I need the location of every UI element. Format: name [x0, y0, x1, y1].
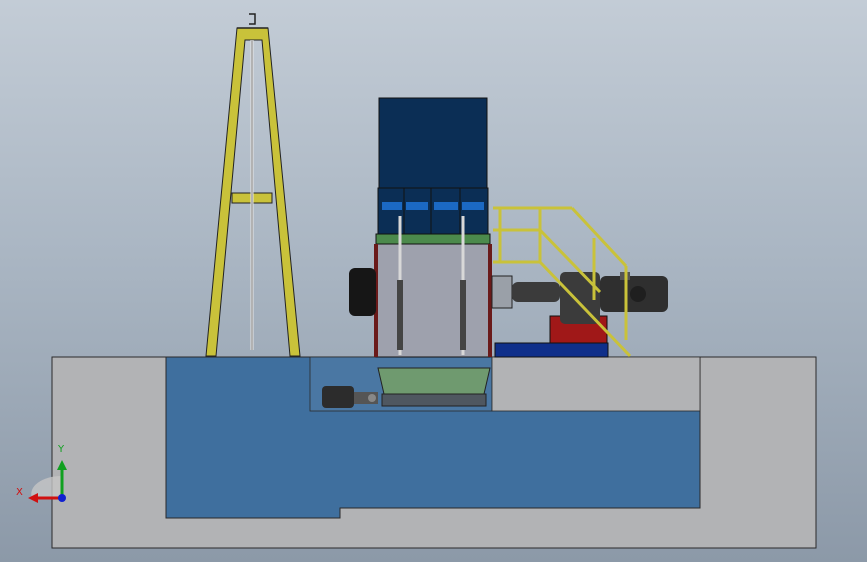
- cylinder-right: [460, 280, 466, 350]
- gearbox: [512, 282, 560, 302]
- hopper-window-2: [406, 202, 428, 210]
- hopper-window-1: [382, 202, 402, 210]
- motor-fan-cover: [630, 286, 646, 302]
- conveyor-motor-body: [322, 386, 354, 408]
- hopper-lower: [377, 187, 489, 237]
- model-view[interactable]: [0, 0, 867, 562]
- screen-basket: [377, 367, 491, 395]
- feed-hopper[interactable]: [375, 97, 491, 245]
- tower-hook-icon: [249, 13, 256, 25]
- cylinder-left: [397, 280, 403, 350]
- z-axis-dot: [58, 494, 66, 502]
- screen-frame: [381, 393, 487, 407]
- chamber-side-plate: [488, 244, 492, 357]
- hopper-window-4: [462, 202, 484, 210]
- coupling-guard: [491, 275, 513, 309]
- graphics-area[interactable]: Y X: [0, 0, 867, 562]
- hopper-window-3: [434, 202, 458, 210]
- stair-handrail-top: [570, 206, 628, 268]
- view-triad: [28, 460, 67, 503]
- x-axis-label: X: [16, 487, 23, 498]
- drive-unit[interactable]: [491, 272, 668, 358]
- chamber-housing: [375, 243, 491, 358]
- conveyor-shaft: [368, 394, 376, 402]
- hopper-flange: [375, 233, 491, 245]
- left-bearing-housing: [349, 268, 376, 316]
- drive-base: [494, 342, 609, 358]
- lifting-tower[interactable]: [205, 13, 301, 357]
- hopper-body: [378, 97, 488, 189]
- foundation-ledge: [491, 356, 701, 412]
- y-axis-label: Y: [58, 444, 65, 455]
